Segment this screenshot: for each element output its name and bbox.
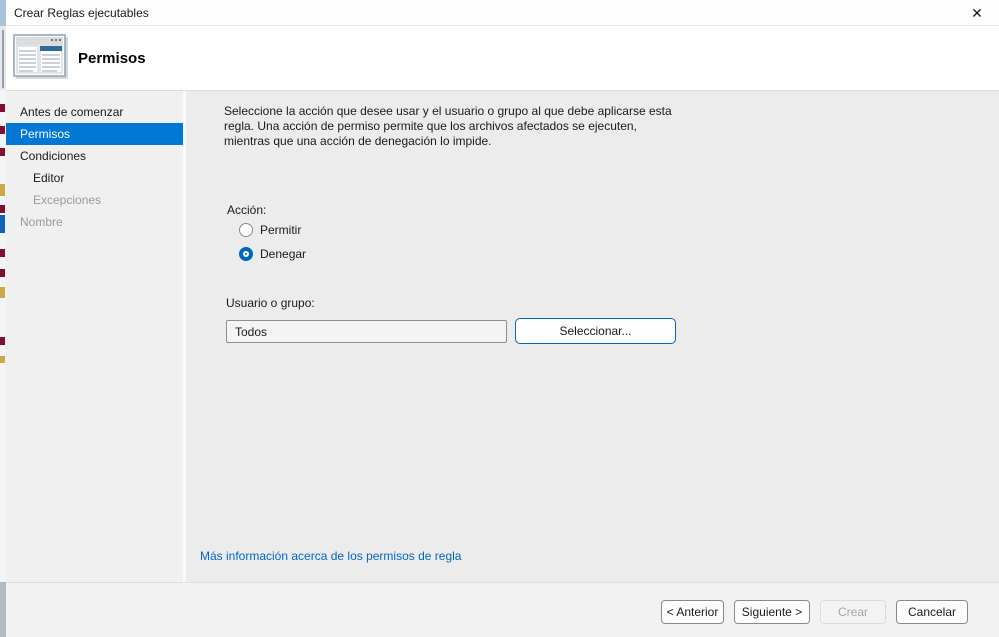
background-tree-mark xyxy=(0,356,5,363)
sidebar-item-condiciones[interactable]: Condiciones xyxy=(6,145,183,167)
screen: Crear Reglas ejecutables ✕ xyxy=(0,0,999,637)
background-tree-mark xyxy=(0,148,5,156)
wizard-steps-nav: Antes de comenzar Permisos Condiciones E… xyxy=(6,91,183,233)
page-title: Permisos xyxy=(78,50,146,67)
background-border-fragment xyxy=(2,30,4,88)
step-description: Seleccione la acción que desee usar y el… xyxy=(224,104,672,149)
sidebar-item-nombre: Nombre xyxy=(6,211,183,233)
radio-label-denegar[interactable]: Denegar xyxy=(260,247,306,261)
description-line: mientras que una acción de denegación lo… xyxy=(224,134,672,149)
window-title: Crear Reglas ejecutables xyxy=(14,6,149,20)
radio-option-denegar[interactable]: Denegar xyxy=(239,247,306,261)
background-tree-mark xyxy=(0,184,5,196)
step-content: Seleccione la acción que desee usar y el… xyxy=(186,91,999,582)
cancel-button[interactable]: Cancelar xyxy=(896,600,968,624)
background-tree-mark xyxy=(0,337,5,345)
create-executable-rules-dialog: Crear Reglas ejecutables ✕ xyxy=(6,0,999,637)
previous-button[interactable]: < Anterior xyxy=(661,600,724,624)
action-group-label: Acción: xyxy=(227,203,266,217)
close-button[interactable]: ✕ xyxy=(961,0,993,25)
radio-button-selected-icon[interactable] xyxy=(239,247,253,261)
sidebar-item-editor[interactable]: Editor xyxy=(6,167,183,189)
background-tree-mark xyxy=(0,205,5,213)
sidebar-item-permisos[interactable]: Permisos xyxy=(6,123,183,145)
background-tree-mark xyxy=(0,287,5,298)
description-line: Seleccione la acción que desee usar y el… xyxy=(224,104,672,119)
select-user-button[interactable]: Seleccionar... xyxy=(515,318,676,344)
wizard-footer: < Anterior Siguiente > Crear Cancelar xyxy=(6,582,999,637)
sidebar-item-antes-de-comenzar[interactable]: Antes de comenzar xyxy=(6,101,183,123)
wizard-header: Permisos xyxy=(6,26,999,90)
next-button[interactable]: Siguiente > xyxy=(734,600,810,624)
titlebar: Crear Reglas ejecutables ✕ xyxy=(6,0,999,26)
radio-option-permitir[interactable]: Permitir xyxy=(239,223,301,237)
create-button: Crear xyxy=(820,600,886,624)
help-link[interactable]: Más información acerca de los permisos d… xyxy=(200,549,461,563)
background-tree-mark xyxy=(0,269,5,277)
background-tree-mark xyxy=(0,249,5,257)
wizard-steps-sidebar: Antes de comenzar Permisos Condiciones E… xyxy=(6,91,183,582)
close-icon: ✕ xyxy=(971,6,983,20)
wizard-permissions-icon xyxy=(13,34,69,85)
wizard-body: Antes de comenzar Permisos Condiciones E… xyxy=(6,90,999,582)
background-tree-mark xyxy=(0,126,5,134)
background-tree-mark xyxy=(0,104,5,112)
user-group-input[interactable] xyxy=(226,320,507,343)
background-tree-mark xyxy=(0,215,5,233)
user-group-label: Usuario o grupo: xyxy=(226,296,315,310)
radio-label-permitir[interactable]: Permitir xyxy=(260,223,301,237)
description-line: regla. Una acción de permiso permite que… xyxy=(224,119,672,134)
radio-button-unselected-icon[interactable] xyxy=(239,223,253,237)
sidebar-item-excepciones: Excepciones xyxy=(6,189,183,211)
